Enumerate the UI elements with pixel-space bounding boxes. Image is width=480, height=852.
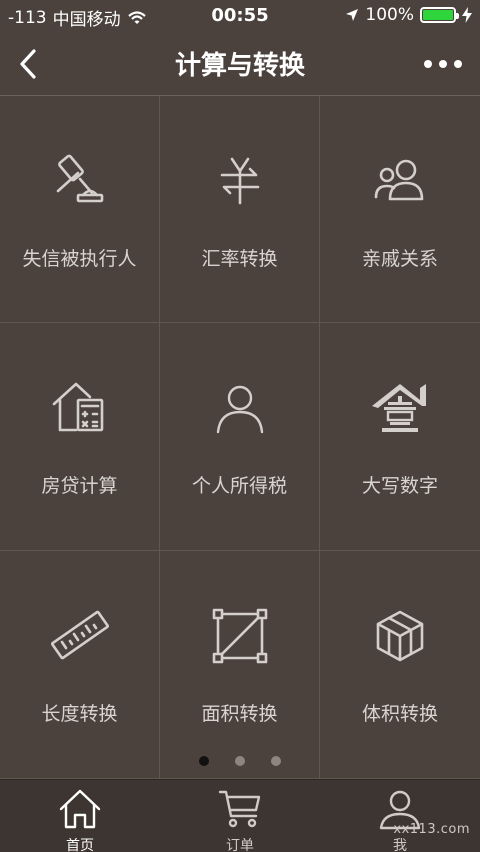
grid-item-label: 体积转换: [361, 703, 438, 725]
page-dot[interactable]: [235, 756, 245, 766]
tab-bar: 首页 订单 我: [0, 779, 480, 852]
grid-item-label: 个人所得税: [191, 475, 287, 497]
cart-icon: [218, 790, 261, 828]
watermark: xx113.com: [393, 822, 470, 837]
tab-label: 我: [393, 838, 407, 852]
person-icon: [216, 385, 263, 434]
grid-item-label: 面积转换: [201, 703, 278, 725]
more-dot: [439, 60, 447, 68]
tab-me[interactable]: 我: [320, 780, 480, 852]
status-right: 100%: [345, 5, 472, 25]
tool-grid: 失信被执行人 汇率转换 亲戚关系 房贷计算 个人所得税 大写数字 长度转换 面积…: [0, 96, 480, 779]
home-icon: [59, 789, 101, 829]
ruler-icon: [50, 610, 109, 660]
battery-fill: [423, 10, 453, 20]
grid-item-area-conversion[interactable]: 面积转换: [160, 551, 320, 779]
currency-exchange-icon: [220, 157, 259, 205]
more-dot: [454, 60, 462, 68]
grid-item-dishonest-debtor[interactable]: 失信被执行人: [0, 96, 160, 323]
house-calculator-icon: [52, 382, 103, 432]
grid-item-label: 长度转换: [41, 703, 118, 725]
grid-item-label: 大写数字: [361, 475, 438, 497]
more-dots-icon[interactable]: [424, 60, 462, 68]
gavel-icon: [56, 154, 103, 203]
battery-icon: [420, 7, 459, 23]
cube-icon: [376, 610, 424, 662]
grid-item-currency-exchange[interactable]: 汇率转换: [160, 96, 320, 323]
tab-orders[interactable]: 订单: [160, 780, 320, 852]
tab-home[interactable]: 首页: [0, 780, 160, 852]
grid-item-chinese-numerals[interactable]: 大写数字: [320, 323, 480, 551]
grid-item-relatives[interactable]: 亲戚关系: [320, 96, 480, 323]
page-indicator: [0, 756, 480, 766]
chinese-numeral-house-icon: [372, 384, 426, 432]
tab-label: 订单: [226, 838, 254, 852]
page-title: 计算与转换: [174, 51, 305, 81]
page-dot-active[interactable]: [199, 756, 209, 766]
grid-item-label: 亲戚关系: [361, 248, 438, 270]
tab-label: 首页: [66, 838, 94, 852]
page-dot[interactable]: [271, 756, 281, 766]
more-dot: [424, 60, 432, 68]
battery-percent: 100%: [365, 5, 414, 25]
grid-item-mortgage[interactable]: 房贷计算: [0, 323, 160, 551]
grid-item-label: 失信被执行人: [22, 248, 137, 270]
charging-bolt-icon: [462, 7, 472, 23]
grid-item-income-tax[interactable]: 个人所得税: [160, 323, 320, 551]
grid-item-length-conversion[interactable]: 长度转换: [0, 551, 160, 779]
people-icon: [374, 159, 424, 201]
grid-item-label: 房贷计算: [41, 475, 118, 497]
location-arrow-icon: [346, 9, 359, 21]
grid-item-label: 汇率转换: [201, 248, 278, 270]
chevron-left-icon[interactable]: [14, 46, 42, 82]
area-square-icon: [212, 608, 267, 664]
status-bar: -113 中国移动 00:55 100%: [0, 0, 480, 32]
navigation-bar: 计算与转换: [0, 32, 480, 96]
grid-item-volume-conversion[interactable]: 体积转换: [320, 551, 480, 779]
